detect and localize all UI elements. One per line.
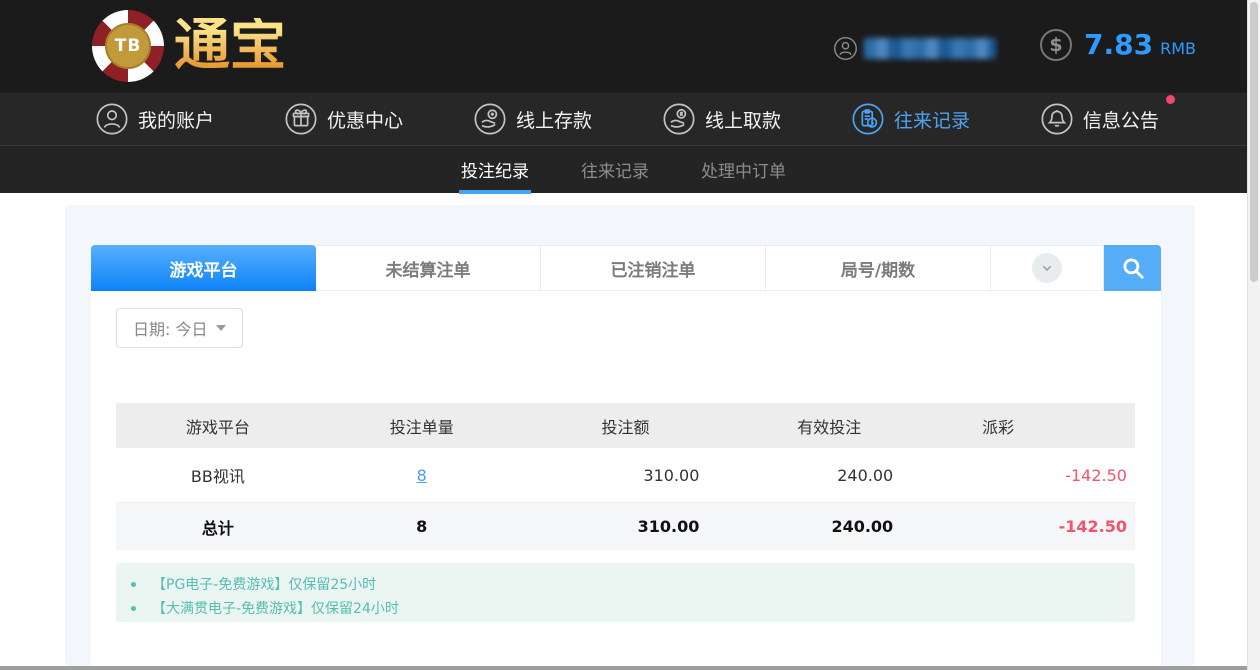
total-valid-bet: 240.00 [831,517,894,536]
filter-tabs: 游戏平台 未结算注单 已注销注单 局号/期数 [91,245,1161,291]
note-item: 【PG电子-免费游戏】仅保留25小时 [116,572,1135,596]
total-bet-amount: 310.00 [637,517,700,536]
date-filter-label: 日期: 今日 [133,320,208,339]
table-row: BB视讯 8 310.00 240.00 -142.50 [116,448,1135,503]
top-header: TB 通宝 $ 7.83 RMB [0,0,1247,93]
nav-label: 线上取款 [704,109,781,132]
active-tab-underline [459,189,531,194]
main-navigation: 我的账户 优惠中心 线上存款 线上取款 往来记录 信息公告 [0,93,1247,145]
tab-label: 游戏平台 [169,260,238,281]
bullet-dot [131,581,136,587]
table-total-row: 总计 8 310.00 240.00 -142.50 [116,503,1135,550]
search-button[interactable] [1104,245,1161,291]
total-payout: -142.50 [1058,517,1127,536]
cell-valid-bet: 240.00 [837,465,894,485]
nav-label: 信息公告 [1082,109,1159,132]
note-text: 【PG电子-免费游戏】仅保留25小时 [152,577,377,593]
col-header-platform: 游戏平台 [185,417,250,437]
user-icon [96,103,128,135]
vertical-scrollbar[interactable] [1247,0,1260,670]
subnav-label: 投注纪录 [461,162,529,182]
masked-username [864,38,996,59]
tab-unsettled-bets[interactable]: 未结算注单 [316,245,541,291]
user-avatar-icon [834,37,857,60]
col-header-bet-count: 投注单量 [389,417,454,437]
page-bottom-edge [0,666,1260,670]
note-item: 【大满贯电子-免费游戏】仅保留24小时 [116,596,1135,620]
scrollbar-thumb[interactable] [1250,2,1258,282]
gift-icon [285,103,317,135]
brand-name: 通宝 [174,13,286,78]
bet-count-link[interactable]: 8 [417,466,427,485]
notes-panel: 【PG电子-免费游戏】仅保留25小时 【大满贯电子-免费游戏】仅保留24小时 [116,563,1135,622]
tab-label: 未结算注单 [385,260,471,281]
nav-item-announcements[interactable]: 信息公告 [1040,95,1175,136]
note-text: 【大满贯电子-免费游戏】仅保留24小时 [152,601,399,617]
nav-item-transaction-records[interactable]: 往来记录 [851,102,970,136]
tab-label: 已注销注单 [610,260,696,281]
subnav-label: 往来记录 [581,162,649,182]
tab-cancelled-bets[interactable]: 已注销注单 [541,245,766,291]
balance-currency: RMB [1160,39,1196,58]
total-label: 总计 [201,518,234,538]
chip-label: TB [105,23,151,69]
cell-bet-amount: 310.00 [643,465,700,485]
bullet-dot [131,605,136,611]
tab-round-number[interactable]: 局号/期数 [766,245,991,291]
nav-item-deposit[interactable]: 线上存款 [473,102,592,136]
user-profile[interactable] [833,36,996,61]
search-icon [1122,258,1144,279]
total-bet-count: 8 [416,517,428,536]
more-options-dropdown[interactable] [991,245,1104,291]
chevron-down-icon [1032,253,1062,283]
content-card: 游戏平台 未结算注单 已注销注单 局号/期数 日期: 今日 游戏平台 投注单量 … [65,205,1195,666]
sub-navigation: 投注纪录 往来记录 处理中订单 [0,145,1247,194]
balance[interactable]: $ 7.83 RMB [1040,28,1196,61]
nav-label: 我的账户 [138,109,215,132]
bell-icon [1041,103,1073,135]
withdraw-hand-coin-icon [663,103,695,135]
tab-label: 局号/期数 [840,260,916,281]
unread-badge-dot [1165,95,1175,104]
col-header-payout: 派彩 [982,417,1015,437]
nav-label: 线上存款 [515,109,592,132]
cell-platform: BB视讯 [190,467,245,486]
subnav-label: 处理中订单 [701,162,786,182]
subnav-pending-orders[interactable]: 处理中订单 [701,146,786,194]
cell-payout: -142.50 [1065,465,1127,485]
deposit-hand-coin-icon [474,103,506,135]
nav-item-my-account[interactable]: 我的账户 [95,102,214,136]
records-clipboard-clock-icon [852,103,884,135]
caret-down-icon [216,325,227,331]
nav-label: 往来记录 [893,109,970,132]
nav-item-promotions[interactable]: 优惠中心 [284,102,403,136]
col-header-valid-bet: 有效投注 [797,417,862,437]
tab-game-platform[interactable]: 游戏平台 [91,245,316,291]
balance-amount: 7.83 [1084,28,1154,61]
nav-label: 优惠中心 [326,109,403,132]
date-filter-dropdown[interactable]: 日期: 今日 [116,308,244,348]
table-header-row: 游戏平台 投注单量 投注额 有效投注 派彩 [116,403,1135,448]
brand-logo[interactable]: TB 通宝 [92,10,286,82]
col-header-bet-amount: 投注额 [601,417,650,437]
subnav-transaction-records[interactable]: 往来记录 [581,146,649,194]
bet-summary-table: 游戏平台 投注单量 投注额 有效投注 派彩 BB视讯 8 310.00 240.… [116,403,1135,550]
nav-item-withdraw[interactable]: 线上取款 [662,102,781,136]
poker-chip-logo-icon: TB [92,10,164,82]
subnav-bet-records[interactable]: 投注纪录 [459,146,531,194]
dollar-circle-icon: $ [1040,28,1072,61]
